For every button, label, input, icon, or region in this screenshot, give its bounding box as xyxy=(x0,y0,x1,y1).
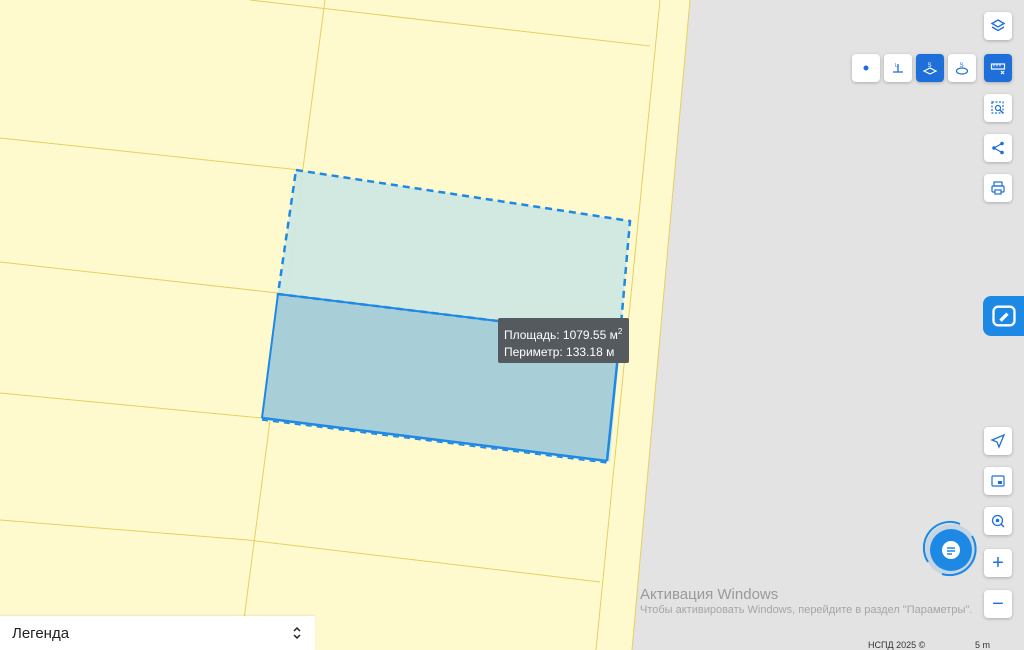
point-measure-icon xyxy=(863,65,869,71)
area-label: Площадь: 1079.55 м xyxy=(504,328,618,342)
ruler-close-icon xyxy=(990,63,1006,75)
legend-label: Легенда xyxy=(12,624,70,642)
line-measure-icon: L xyxy=(893,63,903,73)
radius-measure-icon: S xyxy=(955,63,969,75)
copyright-text: НСПД 2025 © xyxy=(868,640,926,650)
print-button[interactable] xyxy=(984,174,1012,202)
layers-button[interactable] xyxy=(984,12,1012,40)
navigation-arrow-icon xyxy=(990,433,1006,449)
layers-icon xyxy=(990,19,1006,32)
location-search-button[interactable] xyxy=(984,507,1012,535)
panel-toggle-icon xyxy=(991,305,1016,327)
chevron-up-down-icon[interactable] xyxy=(291,625,303,641)
minimap-button[interactable] xyxy=(984,467,1012,495)
line-measure-button[interactable]: L xyxy=(884,54,912,82)
measurement-tooltip: Площадь: 1079.55 м2 Периметр: 133.18 м xyxy=(498,318,629,363)
windows-activation-title: Активация Windows xyxy=(640,586,779,603)
ruler-button[interactable] xyxy=(984,54,1012,82)
print-icon xyxy=(991,181,1005,195)
radius-measure-button[interactable]: S xyxy=(948,54,976,82)
area-measure-button[interactable]: S xyxy=(916,54,944,82)
area-select-button[interactable] xyxy=(984,94,1012,122)
scale-label: 5 m xyxy=(975,640,991,650)
chat-button[interactable] xyxy=(930,529,972,571)
share-button[interactable] xyxy=(984,134,1012,162)
zoom-out-button[interactable]: − xyxy=(984,590,1012,618)
locate-button[interactable] xyxy=(984,427,1012,455)
point-measure-button[interactable] xyxy=(852,54,880,82)
legend-panel[interactable]: Легенда xyxy=(0,616,315,650)
minimap-icon xyxy=(991,475,1005,487)
area-measure-icon: S xyxy=(922,63,938,75)
side-panel-tab[interactable] xyxy=(983,296,1024,336)
location-search-icon xyxy=(991,514,1005,528)
area-select-icon xyxy=(991,101,1004,114)
windows-activation-text: Чтобы активировать Windows, перейдите в … xyxy=(640,604,973,616)
share-icon xyxy=(992,141,1004,155)
svg-text:L: L xyxy=(895,63,898,69)
chat-icon xyxy=(942,541,960,559)
zoom-in-button[interactable]: + xyxy=(984,549,1012,577)
perimeter-label: Периметр: 133.18 м xyxy=(504,345,615,359)
area-unit-sup: 2 xyxy=(617,327,623,336)
